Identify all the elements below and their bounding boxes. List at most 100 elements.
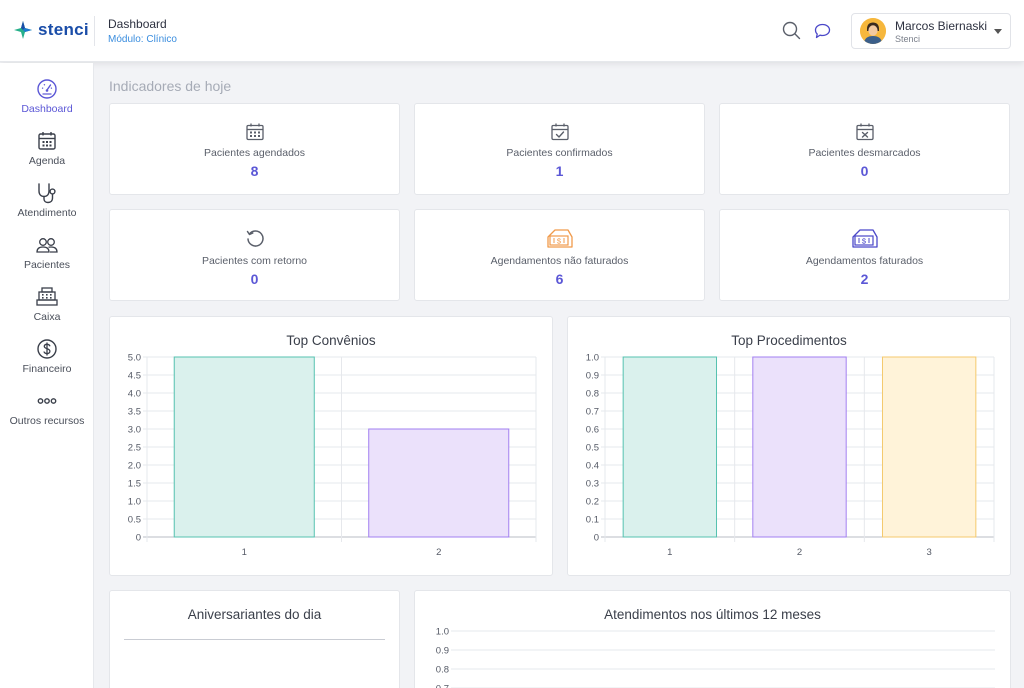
kpi-pacientes-com-retorno[interactable]: Pacientes com retorno 0 bbox=[109, 209, 400, 301]
bar bbox=[368, 428, 510, 538]
chart-card-atendimentos: Atendimentos nos últimos 12 meses 1.0 0.9… bbox=[414, 590, 1011, 688]
y-tick-label: 0.5 bbox=[586, 443, 599, 454]
kpi-value: 6 bbox=[555, 271, 564, 287]
y-tick-label: 2.0 bbox=[128, 461, 141, 472]
kpi-label: Agendamentos não faturados bbox=[490, 255, 629, 267]
calendar-icon bbox=[38, 132, 56, 150]
chat-icon[interactable] bbox=[814, 23, 831, 39]
stenci-logo[interactable]: stenci bbox=[13, 20, 89, 40]
y-tick-label: 0.8 bbox=[586, 389, 599, 400]
bar bbox=[881, 356, 977, 538]
bar-chart-top-convenios: 0 0.5 1.0 1.5 2.0 2.5 3.0 3.5 4.0 4.5 5.0 1 2 bbox=[128, 353, 537, 558]
users-icon bbox=[36, 238, 58, 253]
avatar bbox=[860, 18, 886, 44]
sidebar: Dashboard Agenda Atendimento Pacientes C… bbox=[0, 63, 94, 688]
kpi-label: Pacientes com retorno bbox=[201, 255, 308, 267]
y-tick-label: 0.1 bbox=[586, 515, 599, 526]
svg-text:$: $ bbox=[861, 237, 866, 246]
kpi-value: 1 bbox=[555, 163, 564, 179]
ticket-dollar-icon: $ bbox=[851, 229, 878, 248]
sidebar-item-label: Atendimento bbox=[17, 207, 77, 219]
y-tick-label: 0.7 bbox=[436, 684, 449, 688]
sidebar-item-pacientes[interactable]: Pacientes bbox=[0, 234, 94, 286]
cash-register-icon bbox=[36, 287, 58, 306]
y-tick-label: 0.6 bbox=[586, 425, 599, 436]
module-link[interactable]: Módulo: Clínico bbox=[108, 34, 177, 45]
y-tick-label: 1.0 bbox=[436, 627, 449, 638]
sidebar-item-caixa[interactable]: Caixa bbox=[0, 286, 94, 338]
y-tick-label: 3.0 bbox=[128, 425, 141, 436]
bar bbox=[752, 356, 847, 538]
y-tick-label: 0 bbox=[594, 533, 599, 544]
header-divider bbox=[94, 16, 95, 46]
chart-card-top-convenios: Top Convênios 0 0.5 1.0 1.5 2.0 2.5 3.0 3.5 4.0 4… bbox=[109, 316, 553, 576]
top-header: stenci Dashboard Módulo: Clínico Marcos … bbox=[0, 0, 1024, 62]
kpi-label: Pacientes confirmados bbox=[506, 147, 613, 159]
bar-chart-top-procedimentos: 0 0.1 0.2 0.3 0.4 0.5 0.6 0.7 0.8 0.9 1.0 1 2 3 bbox=[586, 353, 995, 558]
calendar-x-icon bbox=[855, 123, 874, 141]
chart-card-top-procedimentos: Top Procedimentos 0 0.1 0.2 0.3 0.4 0.5 0.6 0.7… bbox=[567, 316, 1011, 576]
y-tick-label: 5.0 bbox=[128, 353, 141, 364]
sidebar-item-outros-recursos[interactable]: Outros recursos bbox=[0, 390, 94, 442]
page-title: Dashboard bbox=[108, 17, 167, 31]
birthdays-card: Aniversariantes do dia bbox=[109, 590, 400, 688]
y-tick-label: 0.8 bbox=[436, 665, 449, 676]
kpi-agendamentos-nao-faturados[interactable]: $ Agendamentos não faturados 6 bbox=[414, 209, 705, 301]
y-tick-label: 2.5 bbox=[128, 443, 141, 454]
sidebar-item-agenda[interactable]: Agenda bbox=[0, 130, 94, 182]
sidebar-item-label: Financeiro bbox=[22, 363, 72, 375]
stethoscope-icon bbox=[38, 183, 56, 204]
y-tick-label: 3.5 bbox=[128, 407, 141, 418]
y-tick-label: 0.5 bbox=[128, 515, 141, 526]
y-tick-label: 4.0 bbox=[128, 389, 141, 400]
y-tick-label: 0.7 bbox=[586, 407, 599, 418]
kpi-pacientes-agendados[interactable]: Pacientes agendados 8 bbox=[109, 103, 400, 195]
stenci-logo-icon bbox=[14, 21, 32, 39]
kpi-agendamentos-faturados[interactable]: $ Agendamentos faturados 2 bbox=[719, 209, 1010, 301]
y-tick-label: 0.2 bbox=[586, 497, 599, 508]
speedometer-icon bbox=[37, 79, 57, 99]
sidebar-item-financeiro[interactable]: Financeiro bbox=[0, 338, 94, 390]
y-tick-label: 0.4 bbox=[586, 461, 599, 472]
search-icon[interactable] bbox=[782, 21, 801, 40]
more-dots-icon bbox=[37, 398, 57, 404]
bar bbox=[173, 356, 315, 538]
sidebar-item-dashboard[interactable]: Dashboard bbox=[0, 78, 94, 130]
kpi-value: 0 bbox=[860, 163, 869, 179]
x-tick-label: 1 bbox=[667, 547, 672, 558]
y-tick-label: 0 bbox=[136, 533, 141, 544]
y-tick-label: 0.3 bbox=[586, 479, 599, 490]
x-tick-label: 1 bbox=[242, 547, 247, 558]
calendar-check-icon bbox=[550, 123, 569, 141]
sidebar-item-label: Outros recursos bbox=[9, 415, 85, 427]
sidebar-item-atendimento[interactable]: Atendimento bbox=[0, 182, 94, 234]
y-tick-label: 1.0 bbox=[586, 353, 599, 364]
y-tick-label: 4.5 bbox=[128, 371, 141, 382]
kpi-label: Pacientes desmarcados bbox=[808, 147, 921, 159]
kpi-value: 0 bbox=[250, 271, 259, 287]
y-tick-label: 1.5 bbox=[128, 479, 141, 490]
logo-text: stenci bbox=[38, 20, 89, 39]
birthdays-title: Aniversariantes do dia bbox=[187, 607, 322, 622]
user-menu[interactable]: Marcos Biernaski Stenci bbox=[851, 13, 1011, 49]
sidebar-item-label: Agenda bbox=[28, 155, 66, 167]
kpi-pacientes-confirmados[interactable]: Pacientes confirmados 1 bbox=[414, 103, 705, 195]
line-chart-atendimentos: 1.0 0.9 0.8 0.7 bbox=[436, 627, 995, 688]
page-info: Dashboard Módulo: Clínico bbox=[108, 17, 177, 45]
y-tick-label: 0.9 bbox=[586, 371, 599, 382]
x-tick-label: 2 bbox=[797, 547, 802, 558]
y-tick-label: 0.9 bbox=[436, 646, 449, 657]
user-org: Stenci bbox=[895, 33, 921, 44]
return-arrow-icon bbox=[246, 230, 264, 247]
calendar-grid-icon bbox=[245, 123, 264, 141]
chevron-down-icon[interactable] bbox=[994, 29, 1002, 34]
sidebar-item-label: Pacientes bbox=[23, 259, 71, 271]
sidebar-item-label: Dashboard bbox=[21, 103, 73, 115]
kpi-pacientes-desmarcados[interactable]: Pacientes desmarcados 0 bbox=[719, 103, 1010, 195]
ticket-dollar-icon: $ bbox=[546, 229, 573, 248]
kpi-label: Agendamentos faturados bbox=[805, 255, 924, 267]
kpi-label: Pacientes agendados bbox=[204, 147, 305, 159]
kpi-value: 2 bbox=[860, 271, 869, 287]
section-title: Indicadores de hoje bbox=[109, 78, 232, 94]
sidebar-item-label: Caixa bbox=[33, 311, 61, 323]
